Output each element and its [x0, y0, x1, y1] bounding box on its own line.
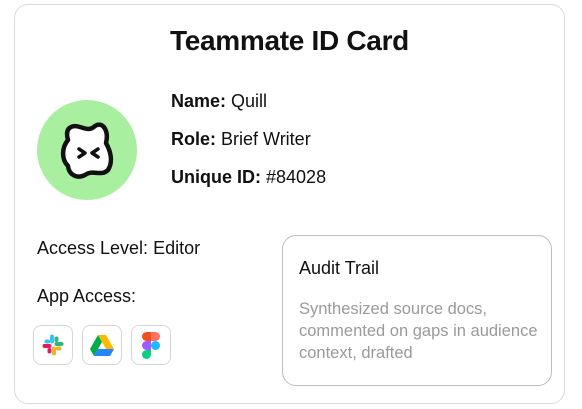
app-tile-google-drive[interactable]: [82, 325, 122, 365]
google-drive-icon: [90, 335, 114, 356]
app-access-list: [33, 325, 171, 365]
access-level-row: Access Level: Editor: [37, 238, 200, 259]
name-value: Quill: [231, 91, 268, 111]
name-row: Name: Quill: [171, 91, 267, 112]
audit-trail-body: Synthesized source docs, commented on ga…: [299, 300, 538, 362]
app-access-label: App Access:: [37, 286, 137, 306]
name-label: Name:: [171, 91, 227, 111]
role-label: Role:: [171, 129, 216, 149]
unique-id-value: #84028: [266, 167, 327, 187]
role-value: Brief Writer: [221, 129, 311, 149]
app-tile-figma[interactable]: [131, 325, 171, 365]
teammate-id-card: Teammate ID Card Name: Quill Role: Brief…: [14, 4, 565, 404]
unique-id-row: Unique ID: #84028: [171, 167, 326, 188]
slack-icon: [42, 334, 64, 356]
role-row: Role: Brief Writer: [171, 129, 311, 150]
avatar: [37, 100, 137, 200]
winking-face-icon: [60, 122, 114, 179]
figma-icon: [142, 332, 160, 359]
audit-trail-title: Audit Trail: [299, 258, 380, 278]
card-title: Teammate ID Card: [170, 25, 409, 56]
access-level-value: Editor: [153, 238, 201, 258]
access-level-label: Access Level:: [37, 238, 149, 258]
app-tile-slack[interactable]: [33, 325, 73, 365]
unique-id-label: Unique ID:: [171, 167, 261, 187]
audit-trail-panel: Audit Trail Synthesized source docs, com…: [282, 235, 552, 386]
